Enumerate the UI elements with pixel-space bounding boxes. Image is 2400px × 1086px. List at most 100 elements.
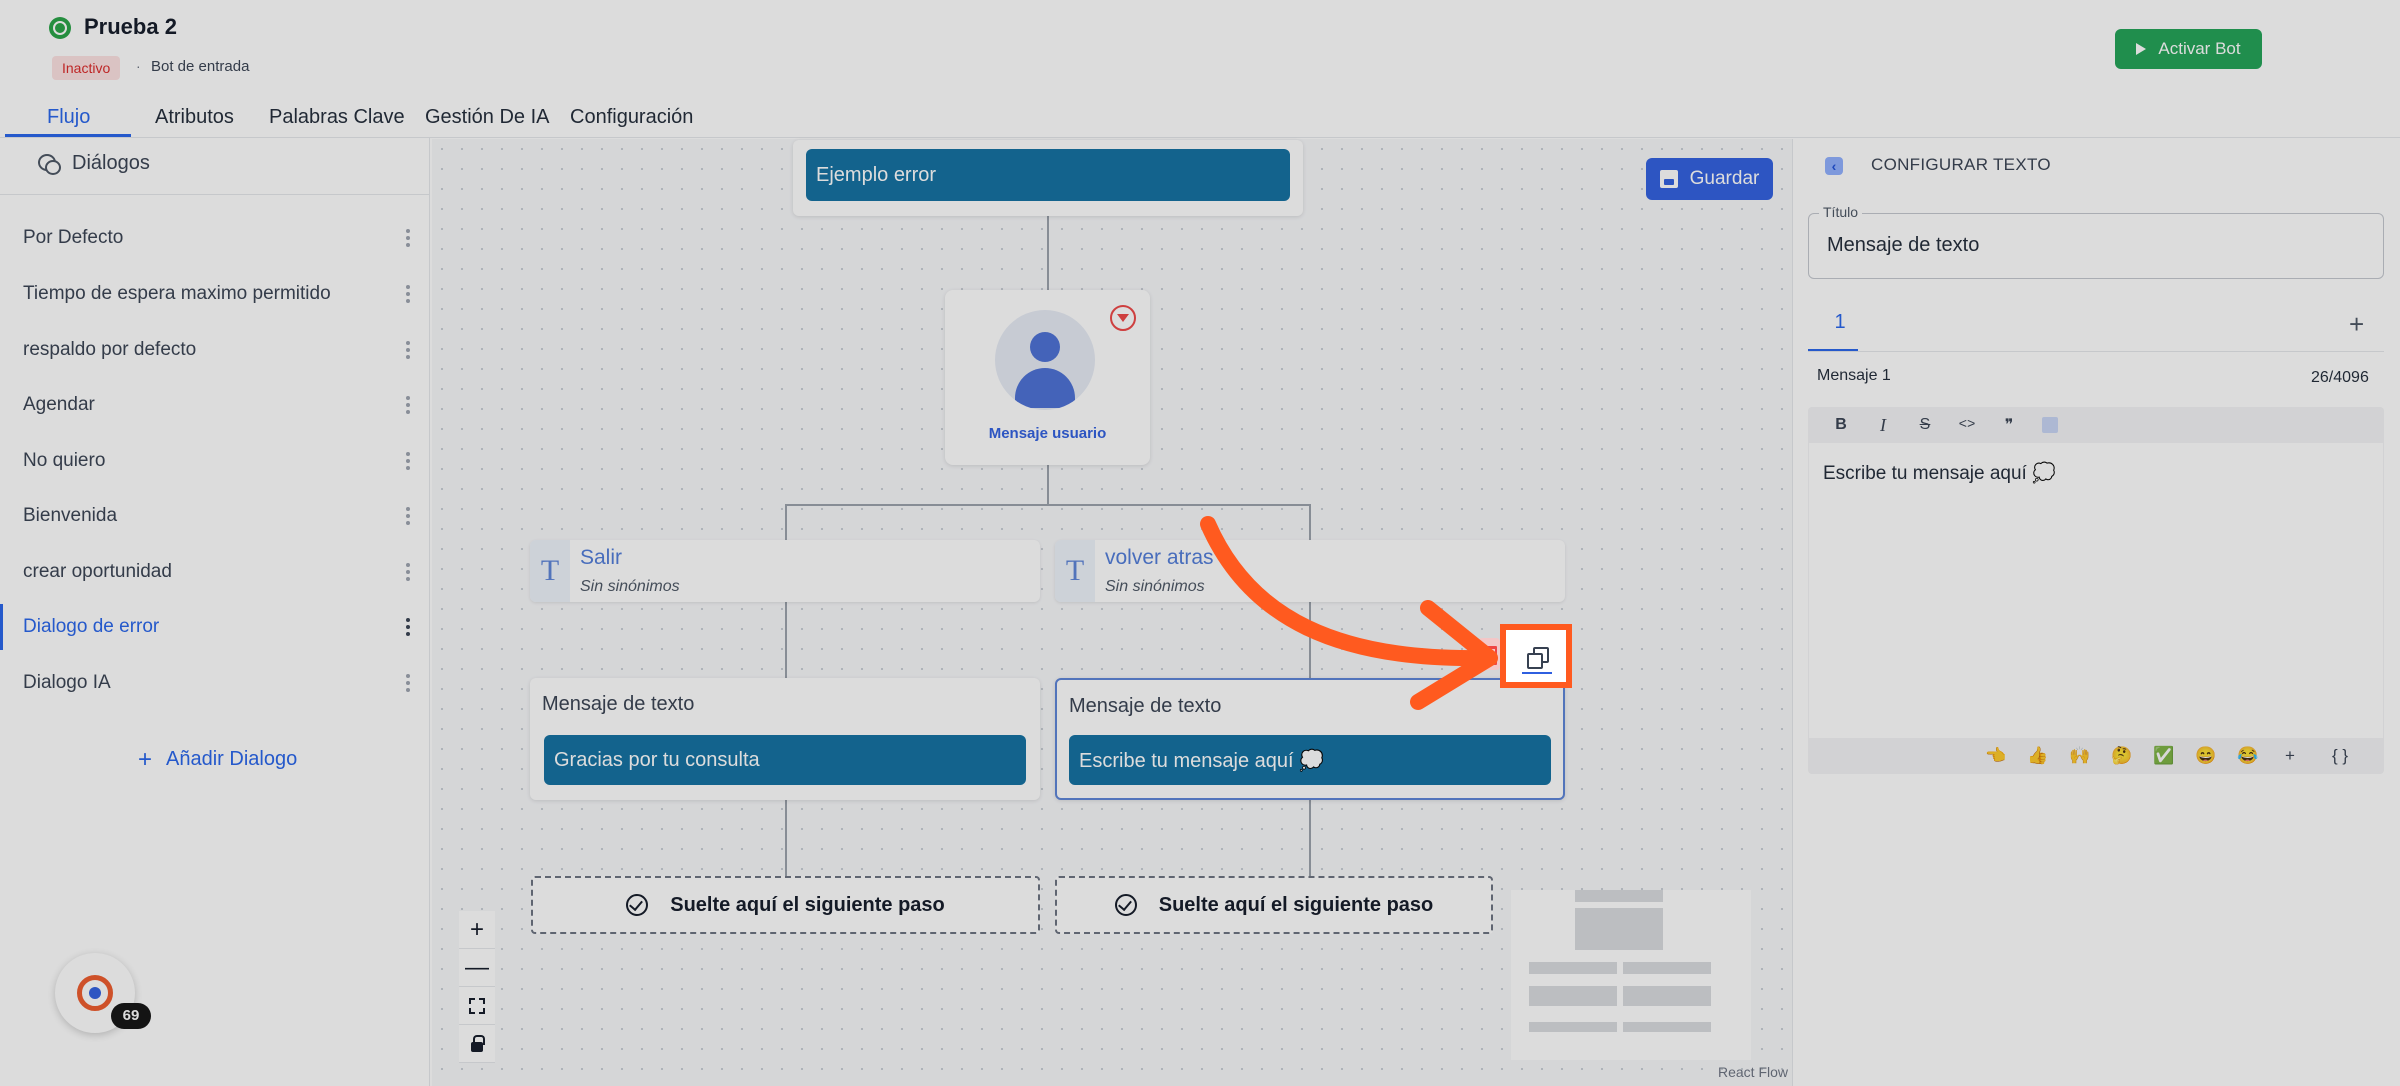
sidebar-item-respaldo[interactable]: respaldo por defecto — [0, 327, 430, 373]
message-tabs-border — [1808, 351, 2384, 352]
sidebar-item-tiempo-espera[interactable]: Tiempo de espera maximo permitido — [0, 271, 430, 317]
kebab-menu-icon[interactable] — [406, 618, 410, 636]
emoji-pointing-icon[interactable]: 👈 — [1984, 746, 2008, 766]
connector-line — [785, 602, 787, 678]
sidebar-item-bienvenida[interactable]: Bienvenida — [0, 493, 430, 539]
add-message-tab-button[interactable]: + — [2349, 309, 2364, 340]
help-widget[interactable]: 69 — [55, 953, 151, 1033]
tutorial-arrow-icon — [1200, 516, 1498, 710]
drop-check-icon — [626, 894, 649, 916]
sidebar-item-por-defecto[interactable]: Por Defecto — [0, 215, 430, 261]
emoji-thinking-icon[interactable]: 🤔 — [2110, 746, 2134, 766]
title-legend: Título — [1819, 204, 1863, 220]
emoji-raised-hands-icon[interactable]: 🙌 — [2068, 746, 2092, 766]
drop-zone-left[interactable]: Suelte aquí el siguiente paso — [531, 876, 1040, 934]
emoji-bar: 👈 👍 🙌 🤔 ✅ 😄 😂 + { } — [1808, 738, 2384, 774]
bold-button[interactable]: B — [1820, 416, 1862, 434]
kebab-menu-icon[interactable] — [406, 396, 410, 414]
copy-underline — [1522, 672, 1552, 674]
chat-bubbles-icon — [38, 153, 61, 175]
sidebar-item-agendar[interactable]: Agendar — [0, 382, 430, 428]
zoom-controls: + — — [459, 911, 495, 1063]
emoji-check-icon[interactable]: ✅ — [2152, 746, 2176, 766]
drop-zone-label: Suelte aquí el siguiente paso — [1158, 893, 1434, 916]
kebab-menu-icon[interactable] — [406, 341, 410, 359]
emoji-smile-icon[interactable]: 😄 — [2194, 746, 2218, 766]
connector-line — [785, 504, 1310, 506]
kebab-menu-icon[interactable] — [406, 507, 410, 525]
activate-bot-button[interactable]: Activar Bot — [2115, 29, 2262, 69]
react-flow-attribution[interactable]: React Flow — [1718, 1064, 1788, 1080]
sidebar-item-no-quiero[interactable]: No quiero — [0, 438, 430, 484]
help-logo-icon — [77, 975, 113, 1011]
kebab-menu-icon[interactable] — [406, 229, 410, 247]
kebab-menu-icon[interactable] — [406, 452, 410, 470]
activate-bot-label: Activar Bot — [2158, 39, 2241, 58]
save-disk-icon — [1659, 170, 1678, 188]
status-badge: Inactivo — [52, 56, 121, 80]
variables-braces-button[interactable]: { } — [2320, 746, 2360, 766]
tab-palabras-clave[interactable]: Palabras Clave — [269, 106, 405, 138]
user-avatar-icon — [995, 310, 1095, 410]
sidebar-heading: Diálogos — [38, 152, 150, 175]
help-notification-badge: 69 — [111, 1003, 151, 1029]
lock-button[interactable] — [459, 1025, 495, 1063]
minimap[interactable] — [1511, 890, 1751, 1060]
editor-toolbar: B I S <> ❞ — [1808, 407, 2384, 443]
editor-textarea[interactable]: Escribe tu mensaje aquí 💭 — [1808, 443, 2384, 738]
sidebar-item-crear-oportunidad[interactable]: crear oportunidad — [0, 549, 430, 595]
emoji-thumbs-up-icon[interactable]: 👍 — [2026, 746, 2050, 766]
save-button[interactable]: Guardar — [1646, 158, 1773, 200]
sidebar-item-label: Bienvenida — [23, 505, 118, 526]
title-field[interactable]: Título Mensaje de texto — [1808, 204, 2384, 279]
bot-type-label: Bot de entrada — [151, 58, 250, 75]
message-editor: B I S <> ❞ Escribe tu mensaje aquí 💭 👈 👍… — [1808, 407, 2384, 774]
emoji-laugh-icon[interactable]: 😂 — [2236, 746, 2260, 766]
connector-line — [1309, 800, 1311, 876]
root-node[interactable]: Ejemplo error — [793, 140, 1303, 216]
zoom-out-button[interactable]: — — [459, 949, 495, 987]
user-node-label: Mensaje usuario — [988, 425, 1107, 442]
whatsapp-icon — [49, 17, 71, 39]
text-node-message: Escribe tu mensaje aquí 💭 — [1069, 735, 1551, 785]
kebab-menu-icon[interactable] — [406, 285, 410, 303]
tab-gestion-ia[interactable]: Gestión De IA — [425, 106, 550, 138]
sidebar-item-label: Dialogo IA — [23, 672, 111, 693]
sidebar-item-label: Por Defecto — [23, 227, 124, 248]
connector-line — [785, 504, 787, 540]
format-square-icon[interactable] — [2042, 417, 2058, 433]
zoom-in-button[interactable]: + — [459, 911, 495, 949]
filter-icon[interactable] — [1110, 305, 1136, 331]
collapse-panel-icon[interactable]: ‹ — [1825, 157, 1843, 175]
fit-view-button[interactable] — [459, 987, 495, 1025]
sidebar-item-dialogo-ia[interactable]: Dialogo IA — [0, 660, 430, 706]
text-type-icon: T — [530, 540, 570, 602]
user-message-node[interactable]: Mensaje usuario — [945, 290, 1150, 465]
text-message-node[interactable]: Mensaje de texto Gracias por tu consulta — [530, 678, 1040, 800]
dialogs-sidebar: Diálogos Por Defecto Tiempo de espera ma… — [0, 138, 430, 1086]
code-button[interactable]: <> — [1946, 417, 1988, 433]
add-dialog-button[interactable]: + Añadir Dialogo — [138, 747, 298, 771]
quote-button[interactable]: ❞ — [1988, 415, 2030, 435]
app-header: Prueba 2 Inactivo · Bot de entrada Activ… — [0, 0, 2400, 100]
message-label: Mensaje 1 — [1817, 367, 1891, 384]
keyword-title: Salir — [580, 546, 623, 569]
tab-atributos[interactable]: Atributos — [155, 106, 234, 138]
kebab-menu-icon[interactable] — [406, 563, 410, 581]
drop-zone-label: Suelte aquí el siguiente paso — [670, 893, 945, 916]
add-dialog-label: Añadir Dialogo — [166, 748, 298, 770]
keyword-node-salir[interactable]: T Salir Sin sinónimos — [530, 540, 1040, 602]
strikethrough-button[interactable]: S — [1904, 416, 1946, 434]
title-value: Mensaje de texto — [1827, 234, 1980, 256]
message-tab-1[interactable]: 1 — [1815, 311, 1865, 351]
drop-zone-right[interactable]: Suelte aquí el siguiente paso — [1055, 876, 1493, 934]
sidebar-item-dialogo-error[interactable]: Dialogo de error — [0, 604, 430, 650]
sidebar-heading-label: Diálogos — [72, 152, 150, 174]
emoji-add-button[interactable]: + — [2278, 746, 2302, 766]
kebab-menu-icon[interactable] — [406, 674, 410, 692]
sidebar-item-label: crear oportunidad — [23, 561, 172, 582]
italic-button[interactable]: I — [1862, 415, 1904, 436]
configure-text-panel: ‹ CONFIGURAR TEXTO Título Mensaje de tex… — [1792, 139, 2400, 1086]
tab-configuracion[interactable]: Configuración — [570, 106, 693, 138]
lock-icon — [471, 1034, 485, 1052]
